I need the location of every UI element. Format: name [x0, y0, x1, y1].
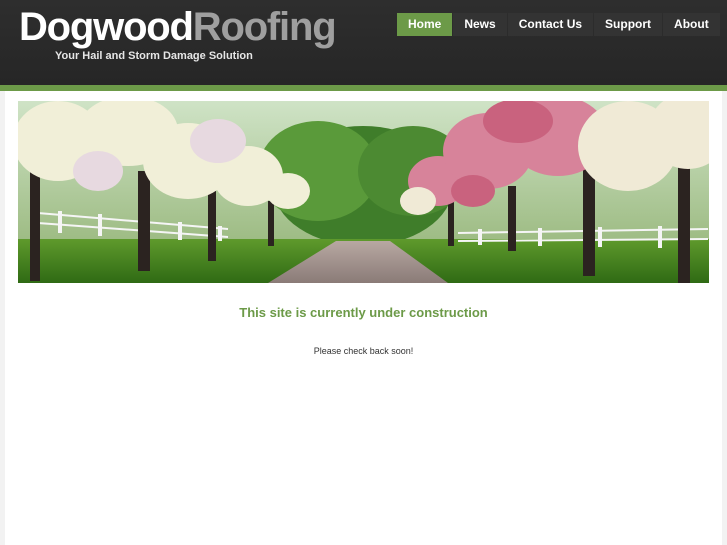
logo-text-roofing: Roofing — [192, 5, 337, 49]
site-logo[interactable]: DogwoodRoofing — [19, 4, 337, 50]
dogwood-lane-illustration — [18, 101, 709, 283]
site-header: DogwoodRoofing Your Hail and Storm Damag… — [0, 0, 727, 86]
page: DogwoodRoofing Your Hail and Storm Damag… — [0, 0, 727, 545]
nav-item-about[interactable]: About — [663, 13, 720, 36]
logo-text-dogwood: Dogwood — [19, 5, 194, 49]
nav-item-home[interactable]: Home — [397, 13, 453, 36]
under-construction-heading: This site is currently under constructio… — [239, 305, 488, 320]
nav-item-contact-us[interactable]: Contact Us — [507, 13, 594, 36]
banner-image — [18, 101, 709, 283]
nav-item-support[interactable]: Support — [594, 13, 663, 36]
nav-item-news[interactable]: News — [453, 13, 507, 36]
main-nav: Home News Contact Us Support About — [397, 13, 721, 36]
main-content: This site is currently under constructio… — [5, 91, 722, 545]
check-back-message: Please check back soon! — [313, 346, 414, 356]
site-tagline: Your Hail and Storm Damage Solution — [55, 50, 253, 62]
